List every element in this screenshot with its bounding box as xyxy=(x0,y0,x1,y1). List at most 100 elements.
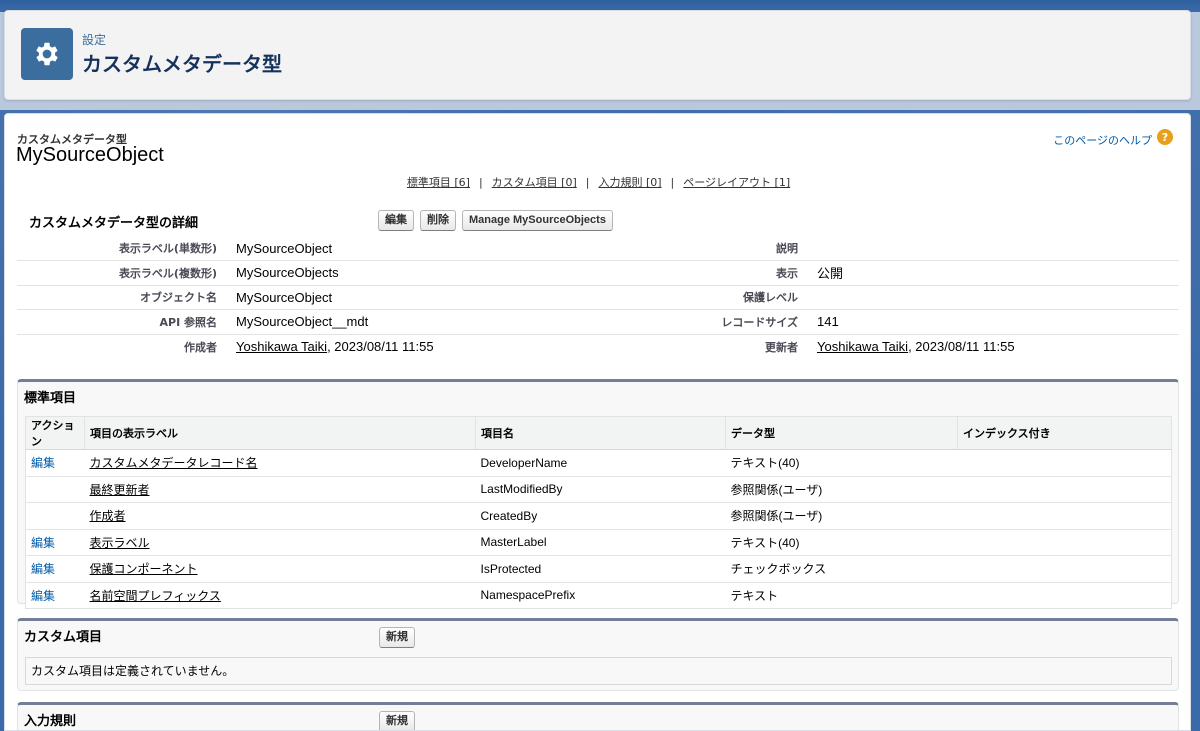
action-cell: 編集 xyxy=(26,582,85,609)
indexed-cell xyxy=(957,502,1172,530)
link-separator: | xyxy=(478,176,483,189)
detail-value: 公開 xyxy=(817,260,1179,286)
label-cell: 名前空間プレフィックス xyxy=(85,582,476,609)
related-link-custom-fields[interactable]: カスタム項目 [0] xyxy=(492,176,577,189)
indexed-cell xyxy=(957,555,1172,583)
indexed-cell xyxy=(957,476,1172,503)
custom-fields-section: カスタム項目 新規 カスタム項目は定義されていません。 xyxy=(17,618,1179,691)
validation-rules-section: 入力規則 新規 xyxy=(17,702,1179,730)
field-name-cell: MasterLabel xyxy=(475,529,726,556)
standard-fields-section: 標準項目 アクション 項目の表示ラベル 項目名 データ型 インデックス付き 編集… xyxy=(17,379,1179,609)
link-separator: | xyxy=(670,176,675,189)
field-label-link[interactable]: 作成者 xyxy=(90,509,126,523)
created-by-user-link[interactable]: Yoshikawa Taiki xyxy=(236,339,327,354)
related-link-standard-fields[interactable]: 標準項目 [6] xyxy=(407,176,470,189)
detail-label: 作成者 xyxy=(184,340,217,354)
detail-value: 141 xyxy=(817,309,1179,335)
column-header-field-name: 項目名 xyxy=(475,416,726,450)
action-cell xyxy=(25,502,85,530)
empty-message: カスタム項目は定義されていません。 xyxy=(25,657,1172,685)
action-cell: 編集 xyxy=(25,555,85,583)
created-date: , 2023/08/11 11:55 xyxy=(327,339,434,354)
detail-value: MySourceObject__mdt xyxy=(236,309,694,335)
field-label-link[interactable]: 最終更新者 xyxy=(90,483,150,497)
object-name: MySourceObject xyxy=(16,144,164,166)
breadcrumb-setup[interactable]: 設定 xyxy=(82,31,106,48)
detail-label: 更新者 xyxy=(765,340,798,354)
table-row: 編集 表示ラベル MasterLabel テキスト(40) xyxy=(25,529,1172,556)
indexed-cell xyxy=(958,582,1172,609)
field-label-link[interactable]: 名前空間プレフィックス xyxy=(90,589,221,603)
field-name-cell: IsProtected xyxy=(475,555,726,583)
detail-row: オブジェクト名 MySourceObject 保護レベル xyxy=(17,285,1179,310)
custom-fields-title: カスタム項目 xyxy=(24,630,103,645)
field-label-link[interactable]: 保護コンポーネント xyxy=(90,562,198,576)
modified-by-user-link[interactable]: Yoshikawa Taiki xyxy=(817,339,908,354)
data-type-cell: テキスト(40) xyxy=(725,449,958,477)
table-row: 作成者 CreatedBy 参照関係(ユーザ) xyxy=(25,502,1172,530)
detail-value xyxy=(817,285,1179,310)
field-label-link[interactable]: カスタムメタデータレコード名 xyxy=(90,456,258,470)
action-cell: 編集 xyxy=(25,529,85,556)
detail-value: MySourceObjects xyxy=(236,260,694,286)
edit-link[interactable]: 編集 xyxy=(31,456,55,470)
edit-link[interactable]: 編集 xyxy=(31,589,55,603)
detail-label: 説明 xyxy=(694,236,817,261)
field-name-cell: CreatedBy xyxy=(475,502,726,530)
created-by-value: Yoshikawa Taiki, 2023/08/11 11:55 xyxy=(236,334,694,359)
indexed-cell xyxy=(957,449,1172,477)
detail-row: 作成者 Yoshikawa Taiki, 2023/08/11 11:55 更新… xyxy=(17,334,1179,359)
column-header-label: 項目の表示ラベル xyxy=(84,416,476,450)
label-cell: 最終更新者 xyxy=(84,476,476,503)
related-link-page-layouts[interactable]: ページレイアウト [1] xyxy=(683,176,790,189)
detail-label: 表示ラベル(複数形) xyxy=(17,260,236,286)
column-header-data-type: データ型 xyxy=(725,416,958,450)
field-name-cell: DeveloperName xyxy=(475,449,726,477)
table-row: 編集 カスタムメタデータレコード名 DeveloperName テキスト(40) xyxy=(25,449,1172,477)
help-icon[interactable]: ? xyxy=(1157,129,1173,145)
gear-icon xyxy=(21,28,73,80)
detail-value: MySourceObject xyxy=(236,236,694,261)
column-header-indexed: インデックス付き xyxy=(957,416,1172,450)
standard-fields-title: 標準項目 xyxy=(24,391,77,406)
new-custom-field-button[interactable]: 新規 xyxy=(379,627,415,648)
action-cell: 編集 xyxy=(25,449,85,477)
detail-row: 表示ラベル(複数形) MySourceObjects 表示 公開 xyxy=(17,260,1179,286)
help-link[interactable]: このページのヘルプ xyxy=(1053,132,1152,148)
field-label-link[interactable]: 表示ラベル xyxy=(90,536,150,550)
detail-value: MySourceObject xyxy=(236,285,694,310)
table-row: 最終更新者 LastModifiedBy 参照関係(ユーザ) xyxy=(25,476,1172,503)
detail-label: オブジェクト名 xyxy=(17,285,236,310)
detail-row: 表示ラベル(単数形) MySourceObject 説明 xyxy=(17,236,1179,261)
standard-fields-table: アクション 項目の表示ラベル 項目名 データ型 インデックス付き 編集 カスタム… xyxy=(25,416,1172,609)
page-title: カスタムメタデータ型 xyxy=(82,52,282,76)
modified-date: , 2023/08/11 11:55 xyxy=(908,339,1015,354)
detail-value xyxy=(817,236,1179,261)
delete-button[interactable]: 削除 xyxy=(420,210,456,231)
detail-section-title: カスタムメタデータ型の詳細 xyxy=(29,216,199,231)
data-type-cell: 参照関係(ユーザ) xyxy=(725,502,958,530)
edit-button[interactable]: 編集 xyxy=(378,210,414,231)
main-panel: カスタムメタデータ型 MySourceObject このページのヘルプ ? 標準… xyxy=(4,113,1191,731)
data-type-cell: 参照関係(ユーザ) xyxy=(725,476,958,503)
label-cell: 表示ラベル xyxy=(84,529,476,556)
detail-label: 保護レベル xyxy=(694,285,817,310)
table-row: 編集 名前空間プレフィックス NamespacePrefix テキスト xyxy=(26,582,1172,609)
validation-rules-title: 入力規則 xyxy=(24,714,77,729)
action-cell xyxy=(25,476,85,503)
related-link-validation-rules[interactable]: 入力規則 [0] xyxy=(598,176,661,189)
new-validation-rule-button[interactable]: 新規 xyxy=(379,711,415,730)
indexed-cell xyxy=(957,529,1172,556)
detail-label: 表示ラベル(単数形) xyxy=(17,236,236,261)
link-separator: | xyxy=(585,176,590,189)
field-name-cell: LastModifiedBy xyxy=(475,476,726,503)
edit-link[interactable]: 編集 xyxy=(31,536,55,550)
table-row: 編集 保護コンポーネント IsProtected チェックボックス xyxy=(25,555,1172,583)
edit-link[interactable]: 編集 xyxy=(31,562,55,576)
label-cell: 作成者 xyxy=(84,502,476,530)
field-name-cell: NamespacePrefix xyxy=(480,588,576,603)
detail-label: 表示 xyxy=(694,260,817,286)
manage-records-button[interactable]: Manage MySourceObjects xyxy=(462,210,613,231)
detail-table: 表示ラベル(単数形) MySourceObject 説明 表示ラベル(複数形) … xyxy=(17,236,1179,359)
data-type-cell: テキスト(40) xyxy=(725,529,958,556)
